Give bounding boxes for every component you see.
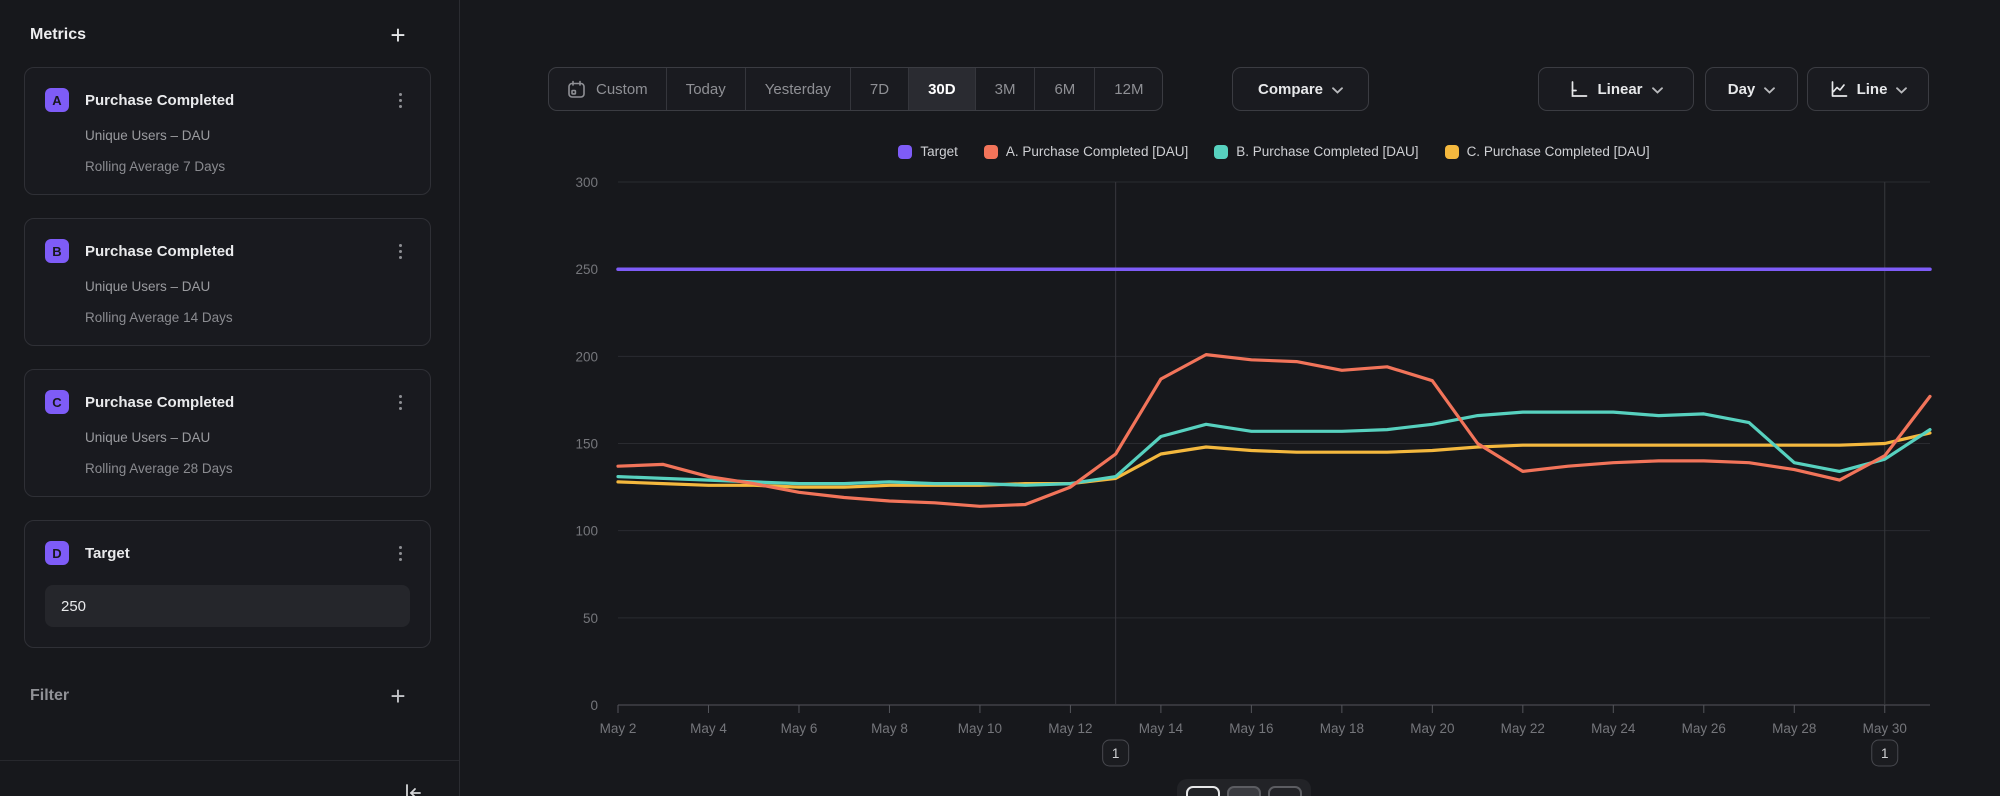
- target-value-input[interactable]: 250: [45, 585, 410, 627]
- y-axis-label: 50: [583, 611, 598, 626]
- x-axis-label: May 4: [690, 721, 727, 736]
- series-line-b: [618, 412, 1930, 485]
- target-title: Target: [85, 545, 130, 562]
- x-axis-label: May 16: [1229, 721, 1273, 736]
- x-axis-label: May 26: [1682, 721, 1726, 736]
- metric-measurement: Unique Users – DAU: [85, 430, 410, 445]
- x-axis-label: May 28: [1772, 721, 1816, 736]
- x-axis-label: May 24: [1591, 721, 1636, 736]
- collapse-sidebar-icon[interactable]: [402, 782, 424, 796]
- metric-title: Purchase Completed: [85, 394, 234, 411]
- filter-title: Filter: [30, 687, 69, 705]
- kebab-menu-icon[interactable]: [394, 544, 406, 563]
- annotation-badge-label[interactable]: 1: [1881, 746, 1889, 761]
- metric-rolling-average: Rolling Average 7 Days: [85, 159, 410, 174]
- metric-measurement: Unique Users – DAU: [85, 128, 410, 143]
- metric-title: Purchase Completed: [85, 243, 234, 260]
- chart-canvas: 0 50 100 150 200 250 300 May 2 May 4 May 6 May 8 Ma…: [460, 0, 2000, 796]
- kebab-menu-icon[interactable]: [394, 242, 406, 261]
- metric-card-b[interactable]: B Purchase Completed Unique Users – DAU …: [24, 218, 431, 346]
- add-filter-icon[interactable]: +: [387, 685, 409, 707]
- metric-badge: B: [45, 239, 69, 263]
- x-axis-label: May 18: [1320, 721, 1364, 736]
- filter-section: Filter +: [0, 671, 459, 707]
- x-axis-label: May 10: [958, 721, 1002, 736]
- x-axis-label: May 2: [600, 721, 637, 736]
- metric-card-a[interactable]: A Purchase Completed Unique Users – DAU …: [24, 67, 431, 195]
- x-axis-label: May 22: [1501, 721, 1545, 736]
- x-axis-label: May 20: [1410, 721, 1454, 736]
- sidebar-divider: [0, 760, 459, 761]
- sidebar-header: Metrics +: [0, 0, 459, 46]
- layout-toggle-split[interactable]: [1227, 786, 1261, 796]
- metric-measurement: Unique Users – DAU: [85, 279, 410, 294]
- chart-panel: Custom Today Yesterday 7D 30D 3M 6M 12M …: [460, 0, 2000, 796]
- metric-card-c[interactable]: C Purchase Completed Unique Users – DAU …: [24, 369, 431, 497]
- chart-layout-toggles: [1177, 779, 1311, 796]
- metrics-sidebar: Metrics + A Purchase Completed Unique Us…: [0, 0, 460, 796]
- target-card[interactable]: D Target 250: [24, 520, 431, 648]
- kebab-menu-icon[interactable]: [394, 91, 406, 110]
- metric-rolling-average: Rolling Average 14 Days: [85, 310, 410, 325]
- metric-badge: D: [45, 541, 69, 565]
- x-axis-label: May 30: [1863, 721, 1907, 736]
- add-metric-icon[interactable]: +: [387, 24, 409, 46]
- x-axis-label: May 6: [781, 721, 818, 736]
- y-axis-label: 100: [575, 524, 598, 539]
- y-axis-label: 150: [575, 437, 598, 452]
- metric-badge: A: [45, 88, 69, 112]
- metric-rolling-average: Rolling Average 28 Days: [85, 461, 410, 476]
- x-axis-label: May 14: [1139, 721, 1184, 736]
- metric-badge: C: [45, 390, 69, 414]
- x-axis-label: May 12: [1048, 721, 1092, 736]
- y-axis-label: 200: [575, 349, 598, 364]
- annotation-badge-label[interactable]: 1: [1112, 746, 1120, 761]
- layout-toggle-expanded[interactable]: [1186, 786, 1220, 796]
- y-axis-label: 300: [575, 175, 598, 190]
- y-axis-label: 250: [575, 262, 598, 277]
- kebab-menu-icon[interactable]: [394, 393, 406, 412]
- metric-title: Purchase Completed: [85, 92, 234, 109]
- series-line-c: [618, 433, 1930, 487]
- y-axis-label: 0: [590, 698, 598, 713]
- x-axis-label: May 8: [871, 721, 908, 736]
- layout-toggle-compact[interactable]: [1268, 786, 1302, 796]
- sidebar-title: Metrics: [30, 26, 86, 44]
